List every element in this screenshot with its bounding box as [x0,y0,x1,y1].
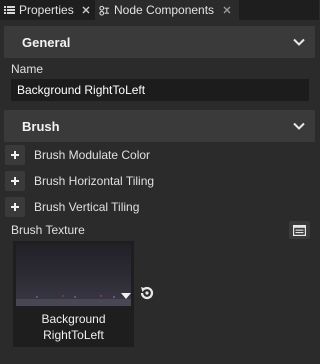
chevron-down-icon[interactable] [293,35,305,49]
texture-preview-detail [100,295,102,297]
brush-modulate-color-row: Brush Modulate Color [5,145,150,165]
texture-picker-button[interactable] [289,221,310,239]
brush-horizontal-tiling-row: Brush Horizontal Tiling [5,171,154,191]
brush-texture-label: Brush Texture [11,223,85,237]
name-label: Name [11,62,44,76]
general-section-title: General [22,34,71,50]
brush-modulate-color-label: Brush Modulate Color [34,148,151,162]
texture-name: Background RightToLeft [41,312,106,342]
brush-section-header[interactable]: Brush [4,110,315,142]
tab-properties[interactable]: Properties [0,0,95,20]
tab-bar: Properties Node Components [0,0,319,20]
list-icon [4,5,15,16]
texture-thumbnail[interactable]: Background RightToLeft [13,241,134,347]
texture-preview-image [16,244,131,306]
tab-properties-label: Properties [19,3,74,17]
texture-dropdown-icon[interactable] [121,289,131,299]
brush-section-title: Brush [22,118,60,134]
tab-node-components[interactable]: Node Components [95,0,239,20]
add-brush-modulate-color-button[interactable] [5,145,25,165]
plus-icon [11,203,19,211]
revert-icon[interactable] [139,285,155,301]
add-brush-horizontal-tiling-button[interactable] [5,171,25,191]
node-components-icon [99,5,110,16]
brush-vertical-tiling-row: Brush Vertical Tiling [5,197,139,217]
plus-icon [11,151,19,159]
texture-preview-ground [16,299,131,306]
close-tab-properties-icon[interactable] [82,5,90,15]
texture-preview-detail [74,296,76,298]
texture-preview-detail [36,296,38,298]
plus-icon [11,177,19,185]
general-section-header[interactable]: General [4,26,315,58]
add-brush-vertical-tiling-button[interactable] [5,197,25,217]
texture-preview-detail [62,295,64,297]
name-field[interactable]: Background RightToLeft [11,79,309,101]
chevron-down-icon[interactable] [293,119,305,133]
close-tab-node-components-icon[interactable] [222,5,232,15]
brush-horizontal-tiling-label: Brush Horizontal Tiling [34,174,155,188]
texture-preview-detail [113,296,115,298]
tab-node-components-label: Node Components [114,3,215,17]
texture-browse-icon [293,224,306,236]
brush-vertical-tiling-label: Brush Vertical Tiling [34,200,140,214]
